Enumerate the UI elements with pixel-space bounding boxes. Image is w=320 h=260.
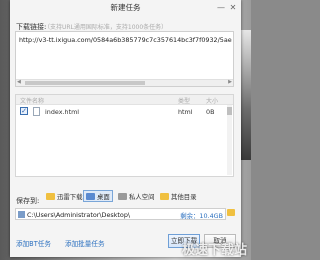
location-label: 迅雷下载: [57, 193, 83, 201]
free-space: 剩余：10.4GB: [180, 212, 223, 220]
location-desktop[interactable]: 桌面: [83, 190, 113, 202]
scroll-left-icon[interactable]: ◀: [17, 79, 21, 85]
scrollbar-thumb[interactable]: [227, 107, 232, 115]
close-button[interactable]: ✕: [227, 2, 239, 13]
location-xunlei-download[interactable]: 迅雷下载: [43, 190, 86, 202]
url-input[interactable]: http://v3-tt.ixigua.com/0584a6b385779c7c…: [15, 31, 234, 87]
file-name: index.html: [45, 108, 80, 116]
close-icon: ✕: [229, 3, 237, 12]
file-type: html: [178, 108, 193, 116]
file-list-scrollbar[interactable]: [227, 105, 232, 175]
file-list: 文件名称 类型 大小 ✓ index.html html 0B: [15, 94, 234, 177]
add-batch-task-link[interactable]: 添加批量任务: [65, 238, 105, 248]
download-link-hint: （支持URL通用国际标准，支持1000条任务）: [44, 24, 168, 31]
scrollbar-thumb[interactable]: [25, 81, 145, 85]
file-size: 0B: [206, 108, 215, 116]
scroll-right-icon[interactable]: ▶: [228, 79, 232, 85]
column-type: 类型: [178, 98, 191, 105]
desktop-folder-icon: [86, 193, 95, 200]
location-other[interactable]: 其他目录: [157, 190, 200, 202]
add-bt-task-link[interactable]: 添加BT任务: [16, 238, 51, 248]
save-path-input[interactable]: C:\Users\Administrator\Desktop\ 剩余：10.4G…: [15, 208, 226, 220]
save-path-value: C:\Users\Administrator\Desktop\: [27, 211, 131, 219]
file-icon: [33, 107, 40, 116]
file-checkbox[interactable]: ✓: [20, 107, 28, 115]
save-to-label: 保存到:: [16, 197, 40, 205]
site-watermark: 极速下载站: [181, 243, 247, 258]
browse-folder-icon[interactable]: [227, 209, 235, 216]
dialog-title: 新建任务: [110, 3, 141, 12]
file-row[interactable]: ✓ index.html html 0B: [16, 105, 233, 118]
folder-icon: [46, 193, 55, 200]
drive-icon: [18, 211, 25, 218]
url-input-value: http://v3-tt.ixigua.com/0584a6b385779c7c…: [19, 36, 232, 44]
folder-icon: [160, 193, 169, 200]
location-label: 其他目录: [171, 193, 197, 201]
minimize-button[interactable]: —: [215, 2, 227, 13]
location-label: 私人空间: [129, 193, 155, 201]
file-list-header: 文件名称 类型 大小: [16, 95, 233, 105]
private-space-icon: [118, 193, 127, 200]
column-size: 大小: [206, 98, 219, 105]
url-horizontal-scrollbar[interactable]: ◀ ▶: [16, 79, 233, 86]
location-private-space[interactable]: 私人空间: [115, 190, 158, 202]
location-label: 桌面: [97, 193, 110, 201]
new-task-dialog: 新建任务 — ✕ 下载链接: （支持URL通用国际标准，支持1000条任务） h…: [10, 0, 241, 257]
minimize-icon: —: [217, 3, 225, 12]
column-name: 文件名称: [20, 98, 45, 105]
